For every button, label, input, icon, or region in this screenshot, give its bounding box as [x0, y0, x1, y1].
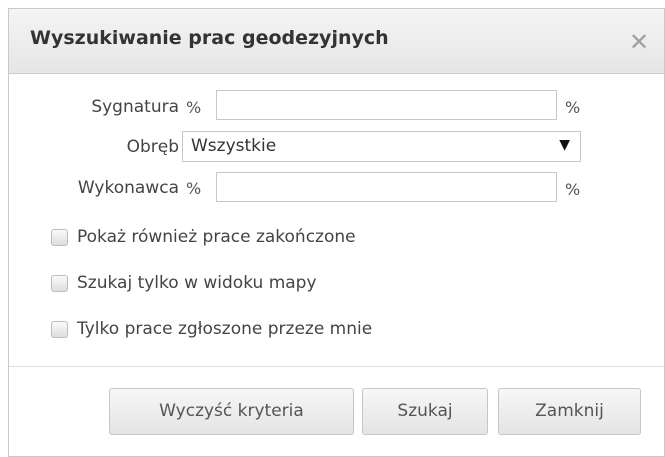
contractor-suffix: % [565, 180, 581, 199]
map-view-only-checkbox[interactable] [51, 275, 68, 292]
precinct-select[interactable]: Wszystkie ▼ [182, 131, 581, 162]
precinct-label: Obręb [126, 137, 179, 157]
dialog-title: Wyszukiwanie prac geodezyjnych [30, 27, 389, 49]
footer-divider [9, 366, 664, 367]
show-completed-checkbox[interactable] [51, 229, 68, 246]
close-button[interactable]: Zamknij [498, 388, 641, 435]
my-works-only-label[interactable]: Tylko prace zgłoszone przeze mnie [77, 319, 372, 339]
search-dialog: Wyszukiwanie prac geodezyjnych ✕ Sygnatu… [8, 8, 665, 457]
contractor-prefix: % [186, 179, 202, 198]
map-view-only-label[interactable]: Szukaj tylko w widoku mapy [77, 273, 317, 293]
close-icon[interactable]: ✕ [627, 30, 651, 55]
show-completed-label[interactable]: Pokaż również prace zakończone [77, 227, 356, 247]
dropdown-arrow-icon: ▼ [559, 137, 570, 153]
dialog-titlebar[interactable]: Wyszukiwanie prac geodezyjnych ✕ [9, 9, 664, 74]
signature-suffix: % [565, 98, 581, 117]
signature-input[interactable] [216, 90, 557, 120]
contractor-input[interactable] [216, 172, 557, 202]
precinct-selected-value: Wszystkie [191, 136, 277, 156]
search-button[interactable]: Szukaj [362, 388, 488, 435]
contractor-label: Wykonawca [77, 178, 179, 198]
signature-prefix: % [186, 98, 202, 117]
signature-label: Sygnatura [91, 97, 179, 117]
my-works-only-checkbox[interactable] [51, 321, 68, 338]
clear-criteria-button[interactable]: Wyczyść kryteria [109, 388, 354, 435]
